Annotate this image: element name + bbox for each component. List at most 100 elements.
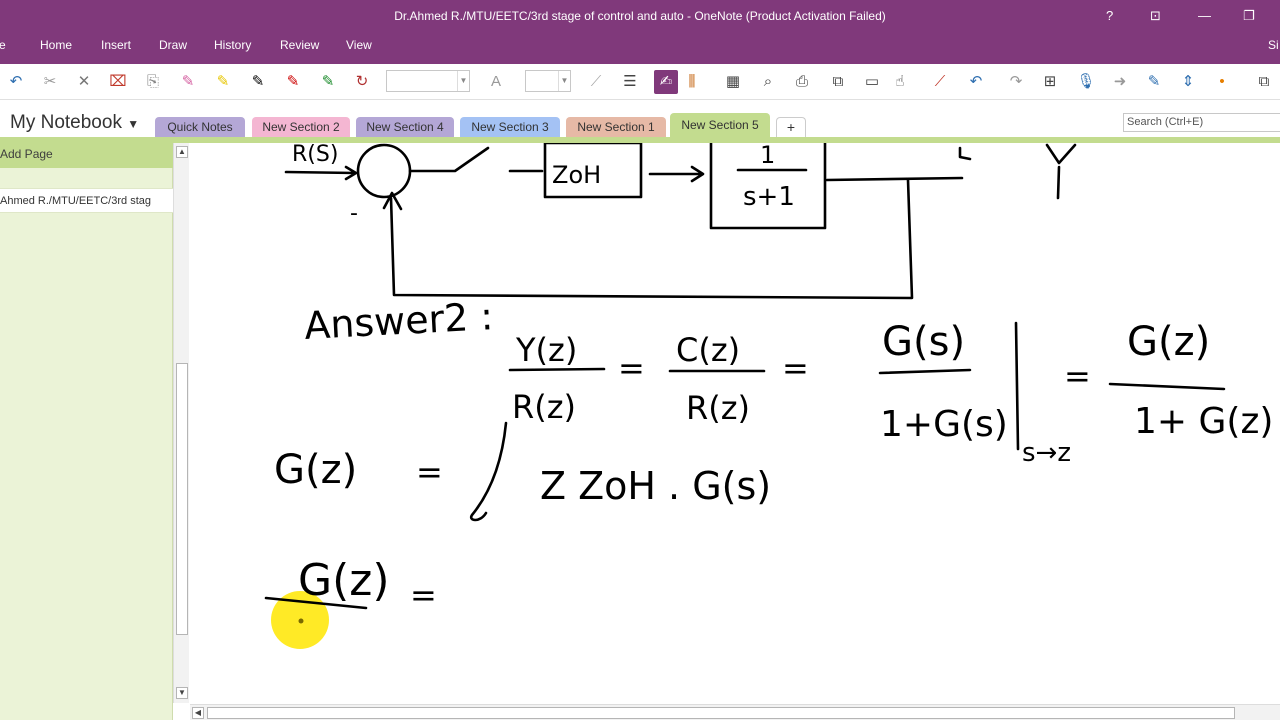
black-pen-icon[interactable]: ✎ [248, 72, 268, 92]
red-pen-icon[interactable]: ✎ [283, 72, 303, 92]
clear-formatting-icon[interactable]: ⌧ [108, 72, 128, 92]
yz-numerator: Y(z) [515, 331, 577, 369]
pens-gallery-icon[interactable]: ⫼ [682, 72, 702, 92]
equals-1: = [618, 349, 645, 387]
search-input[interactable]: Search (Ctrl+E) [1123, 113, 1280, 132]
tab-history[interactable]: History [214, 38, 251, 52]
print-icon[interactable]: ⎙ [792, 72, 812, 92]
color-dot-icon[interactable]: • [1212, 72, 1232, 92]
gz-line-2: G(z) [274, 447, 357, 493]
lasso-select-icon[interactable]: ↻ [352, 72, 372, 92]
gz-fraction-bar [1108, 382, 1226, 391]
more-icon[interactable]: ⧉ [1254, 72, 1274, 92]
equals-3: = [1064, 357, 1091, 395]
s-to-z: s→z [1022, 438, 1071, 468]
touch-mode-icon[interactable]: ☝ [890, 72, 910, 92]
vertical-scroll-thumb[interactable] [176, 363, 188, 635]
forward-icon[interactable]: ➜ [1110, 72, 1130, 92]
tab-insert[interactable]: Insert [101, 38, 131, 52]
evaluation-bar [1014, 321, 1020, 451]
minus-sign: - [350, 201, 358, 226]
dock-icon[interactable]: ▭ [862, 72, 882, 92]
microphone-icon[interactable]: 🎙 [1076, 72, 1096, 92]
gs-fraction-bar [878, 368, 972, 375]
rs-label: R(S) [292, 143, 338, 167]
plant-numerator: 1 [760, 143, 775, 169]
tab-draw[interactable]: Draw [159, 38, 187, 52]
section-tab-quick-notes[interactable]: Quick Notes [155, 117, 245, 138]
z-transform-expression: Z ZoH . G(s) [540, 464, 771, 508]
scroll-down-icon[interactable]: ▼ [176, 687, 188, 699]
equals-2: = [782, 349, 809, 387]
gs-numerator: G(s) [882, 319, 965, 365]
page-canvas[interactable]: R(S) - ZoH 1 s+1 Answer2 : Y(z) R(z) = C [190, 143, 1280, 704]
add-page-button[interactable]: Add Page [0, 143, 173, 168]
undo-dropdown-icon[interactable]: ↶ [966, 72, 986, 92]
font-family-select[interactable]: ▼ [386, 70, 470, 92]
page-list-pane: Add Page Ahmed R./MTU/EETC/3rd stag [0, 143, 173, 720]
screen-clip-icon[interactable]: ⧉ [828, 72, 848, 92]
minimize-icon[interactable]: — [1198, 8, 1211, 23]
zoh-output-arrow [648, 165, 705, 183]
page-item[interactable]: Ahmed R./MTU/EETC/3rd stag [0, 188, 173, 213]
section-tab-2[interactable]: New Section 2 [252, 117, 350, 138]
answer-equation: Answer2 : Y(z) R(z) = C(z) R(z) = G(s) 1… [303, 294, 1273, 468]
help-button[interactable]: ? [1106, 8, 1113, 23]
add-section-button[interactable]: + [776, 117, 806, 138]
delete-icon[interactable]: ✕ [74, 72, 94, 92]
undo-icon[interactable]: ↶ [6, 72, 26, 92]
notebook-selector[interactable]: My Notebook ▼ [10, 112, 139, 134]
horizontal-scroll-thumb[interactable] [207, 707, 1235, 719]
equals-4: = [416, 453, 443, 491]
cut-icon[interactable]: ✂ [40, 72, 60, 92]
zoh-label: ZoH [552, 161, 601, 189]
plant-denominator: s+1 [743, 182, 795, 212]
one-plus-gs: 1+G(s) [880, 404, 1008, 445]
quick-toolbar: ↶ ✂ ✕ ⌧ ⎘ ✎ ✎ ✎ ✎ ✎ ↻ ▼ A ▼ ⟋ ☰ ✍ ⫼ ▦ ⌕ … [0, 64, 1280, 100]
restore-icon[interactable]: ❐ [1243, 8, 1255, 24]
font-size-select[interactable]: ▼ [525, 70, 571, 92]
rz-denominator-2: R(z) [686, 389, 750, 427]
section-tab-5[interactable]: New Section 5 [670, 113, 770, 140]
highlighter-icon[interactable]: ✎ [213, 72, 233, 92]
horizontal-scrollbar[interactable]: ◀ [190, 704, 1280, 720]
insert-space-icon[interactable]: ⟋ [930, 72, 950, 92]
bullets-icon[interactable]: ☰ [620, 72, 640, 92]
table-icon[interactable]: ▦ [723, 72, 743, 92]
tab-review[interactable]: Review [280, 38, 319, 52]
section-tab-3[interactable]: New Section 3 [460, 117, 560, 138]
title-bar: Dr.Ahmed R./MTU/EETC/3rd stage of contro… [0, 0, 1280, 32]
copy-icon[interactable]: ⎘ [143, 72, 163, 92]
pointer-dot [298, 618, 304, 624]
scroll-up-icon[interactable]: ▲ [176, 146, 188, 158]
partial-c-stroke [958, 146, 972, 161]
answer-label: Answer2 : [303, 294, 494, 348]
fullpage-view-icon[interactable]: ⊡ [1150, 8, 1161, 24]
cz-numerator: C(z) [676, 331, 740, 369]
font-color-icon[interactable]: A [486, 72, 506, 92]
section-tabs-row: My Notebook ▼ Quick Notes New Section 2 … [0, 100, 1280, 140]
tab-view[interactable]: View [346, 38, 372, 52]
record-icon[interactable]: ⊞ [1040, 72, 1060, 92]
one-plus-gz: 1+ G(z) [1134, 401, 1273, 442]
vertical-scrollbar[interactable]: ▲ ▼ [173, 143, 189, 703]
sign-in-partial[interactable]: Si [1268, 38, 1279, 52]
rz-denominator: R(z) [512, 388, 576, 426]
switch-line [408, 146, 490, 173]
section-tab-1[interactable]: New Section 1 [566, 117, 666, 138]
eraser-icon[interactable]: ✎ [178, 72, 198, 92]
scroll-left-icon[interactable]: ◀ [192, 707, 204, 719]
blue-pen-icon[interactable]: ✎ [1144, 72, 1164, 92]
redo-icon[interactable]: ↷ [1006, 72, 1026, 92]
block-diagram: R(S) - ZoH 1 s+1 [284, 143, 1077, 300]
gz-numerator: G(z) [1127, 319, 1210, 365]
file-tab-partial[interactable]: e [0, 38, 6, 52]
chevron-down-icon: ▼ [127, 117, 140, 131]
insert-space-vertical-icon[interactable]: ⇕ [1178, 72, 1198, 92]
section-tab-4[interactable]: New Section 4 [356, 117, 454, 138]
tab-home[interactable]: Home [40, 38, 72, 52]
format-painter-icon[interactable]: ⟋ [586, 72, 606, 92]
find-icon[interactable]: ⌕ [758, 72, 778, 92]
pen-mode-icon[interactable]: ✍ [654, 70, 678, 94]
green-pen-icon[interactable]: ✎ [318, 72, 338, 92]
